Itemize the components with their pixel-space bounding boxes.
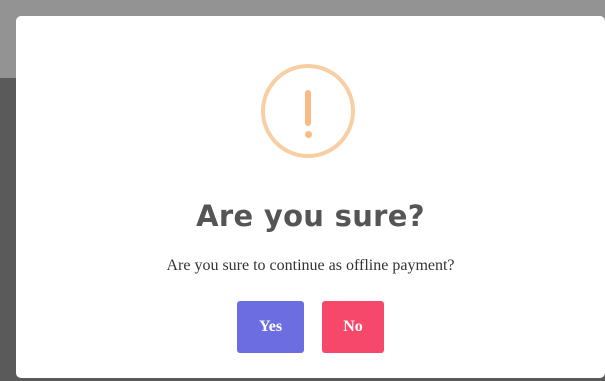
exclamation-warning-icon <box>261 64 355 158</box>
dialog-title: Are you sure? <box>196 199 425 233</box>
exclamation-bar <box>305 90 311 126</box>
confirm-dialog: Are you sure? Are you sure to continue a… <box>16 16 605 378</box>
exclamation-dot <box>304 131 312 138</box>
no-button[interactable]: No <box>322 301 384 353</box>
dialog-message: Are you sure to continue as offline paym… <box>166 257 455 274</box>
yes-button[interactable]: Yes <box>237 301 304 353</box>
